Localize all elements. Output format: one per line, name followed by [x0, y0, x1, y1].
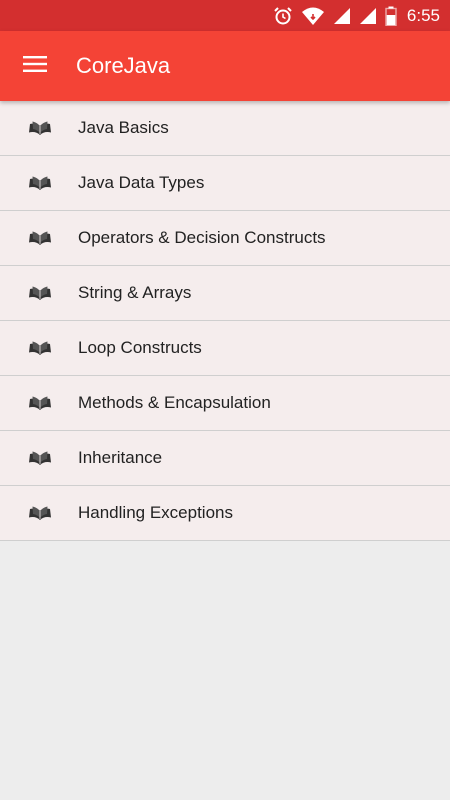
list-item-label: String & Arrays	[78, 283, 192, 302]
book-icon	[28, 450, 52, 466]
signal-icon	[359, 7, 377, 25]
list-item[interactable]: Loop Constructs	[0, 321, 450, 376]
book-icon	[28, 230, 52, 246]
list-item[interactable]: Java Data Types	[0, 156, 450, 211]
list-item[interactable]: Operators & Decision Constructs	[0, 211, 450, 266]
list-item-label: Java Data Types	[78, 173, 205, 192]
list-item[interactable]: Methods & Encapsulation	[0, 376, 450, 431]
list-item[interactable]: Handling Exceptions	[0, 486, 450, 541]
list-item[interactable]: String & Arrays	[0, 266, 450, 321]
book-icon	[28, 120, 52, 136]
book-icon	[28, 175, 52, 191]
book-icon	[28, 395, 52, 411]
hamburger-menu-icon	[23, 55, 47, 78]
battery-icon	[385, 6, 397, 26]
list-item-label: Loop Constructs	[78, 338, 202, 357]
book-icon	[28, 340, 52, 356]
status-bar: 6:55	[0, 0, 450, 31]
book-icon	[28, 505, 52, 521]
list-item-label: Operators & Decision Constructs	[78, 228, 326, 247]
alarm-icon	[273, 6, 293, 26]
list-item[interactable]: Java Basics	[0, 101, 450, 156]
page-title: CoreJava	[76, 53, 171, 78]
menu-button[interactable]	[14, 48, 56, 84]
app-bar: CoreJava	[0, 31, 450, 101]
signal-icon	[333, 7, 351, 25]
list-item-label: Inheritance	[78, 448, 163, 467]
book-icon	[28, 285, 52, 301]
list-item[interactable]: Inheritance	[0, 431, 450, 486]
list-item-label: Handling Exceptions	[78, 503, 233, 522]
wifi-icon	[301, 6, 325, 26]
list-item-label: Java Basics	[78, 118, 169, 137]
list-item-label: Methods & Encapsulation	[78, 393, 271, 412]
status-icons: 6:55	[273, 0, 440, 31]
status-clock: 6:55	[406, 5, 440, 25]
topic-list: Java Basics Java Data Types Operators & …	[0, 101, 450, 541]
